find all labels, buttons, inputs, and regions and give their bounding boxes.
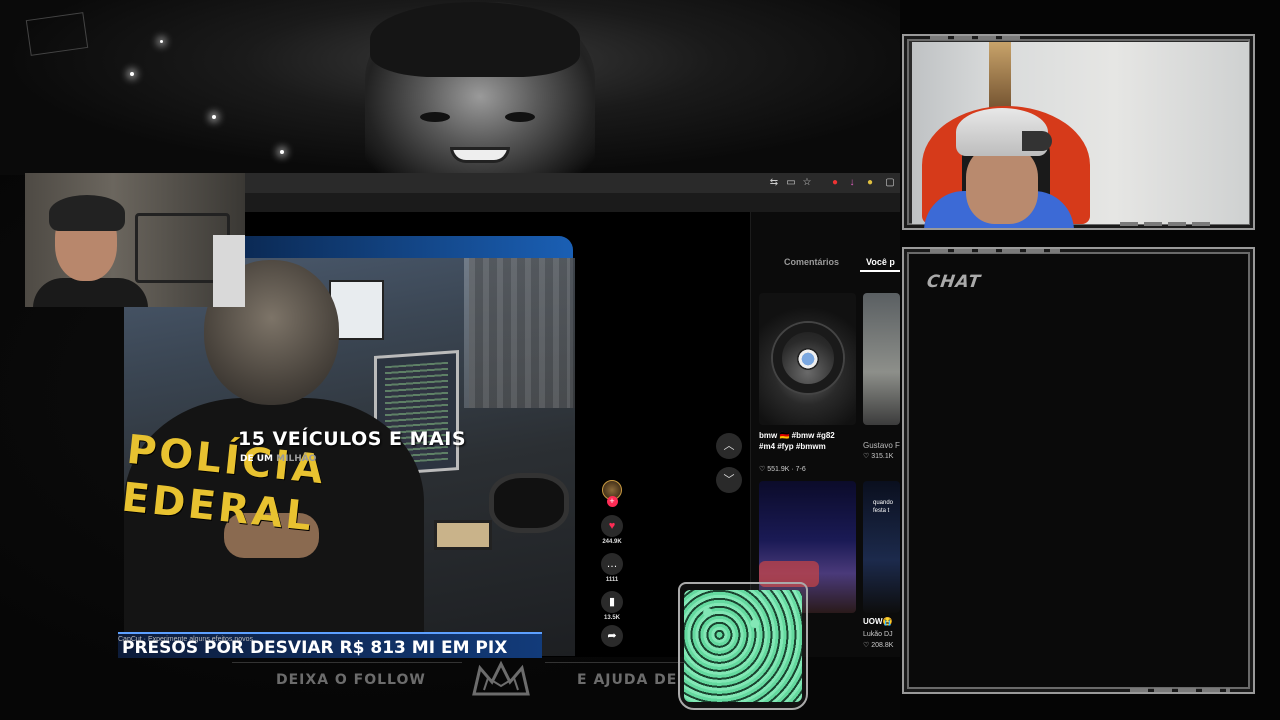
tab-comments[interactable]: Comentários bbox=[784, 257, 839, 267]
light-sparkle bbox=[160, 40, 163, 43]
comment-count: 1111 bbox=[605, 577, 619, 583]
save-count: 13.5K bbox=[603, 615, 620, 621]
support-call-to-action: E AJUDA DE bbox=[577, 672, 678, 688]
related-video-likes: ♡ 315.1K bbox=[863, 453, 894, 460]
like-heart-icon[interactable]: ♥ bbox=[601, 515, 623, 537]
like-count: 244.9K bbox=[602, 539, 622, 545]
previous-video-chevron-up-icon[interactable]: ︿ bbox=[716, 433, 742, 459]
light-sparkle bbox=[280, 150, 284, 154]
tab-for-you[interactable]: Você p bbox=[866, 257, 895, 267]
bookmark-star-icon[interactable]: ☆ bbox=[801, 177, 813, 189]
browser-toolbar: ⇆ ▭ ☆ ● ↓ ● ▢ bbox=[245, 173, 900, 193]
next-video-chevron-down-icon[interactable]: ﹀ bbox=[716, 467, 742, 493]
jar-clover-fill bbox=[684, 590, 802, 702]
guest-webcam bbox=[25, 173, 245, 307]
related-video-likes: ♡ 208.8K bbox=[863, 642, 894, 649]
related-video-caption: UOW😭 bbox=[863, 617, 893, 626]
translate-icon[interactable]: ⇆ bbox=[768, 177, 780, 189]
donation-jar bbox=[678, 582, 808, 710]
follow-call-to-action: DEIXA O FOLLOW bbox=[276, 672, 426, 688]
action-rail: + ♥ 244.9K … 1111 ▮ 13.5K ➦ bbox=[598, 480, 626, 649]
light-sparkle bbox=[130, 72, 134, 76]
video-server-rack bbox=[469, 258, 575, 408]
comment-bubble-icon[interactable]: … bbox=[601, 553, 623, 575]
download-icon[interactable]: ↓ bbox=[846, 177, 858, 189]
related-video-thumbnail[interactable] bbox=[759, 293, 856, 425]
active-tab-underline bbox=[860, 270, 900, 272]
related-video-author: Gustavo F bbox=[863, 441, 900, 450]
video-top-border bbox=[245, 236, 573, 260]
share-icon[interactable]: ➦ bbox=[601, 625, 623, 647]
extension-red-icon[interactable]: ● bbox=[829, 177, 841, 189]
save-bookmark-icon[interactable]: ▮ bbox=[601, 591, 623, 613]
extensions-icon[interactable]: ▢ bbox=[884, 177, 896, 189]
follow-plus-icon[interactable]: + bbox=[606, 496, 618, 507]
related-video-author: Lukão DJ bbox=[863, 631, 893, 638]
crown-icon bbox=[472, 660, 530, 696]
frame-decoration bbox=[1120, 222, 1210, 226]
frame-decoration bbox=[1130, 688, 1230, 692]
streamer-portrait-art bbox=[365, 2, 595, 174]
light-sparkle bbox=[212, 115, 216, 119]
capcut-notice: CapCut · Experimente alguns efeitos novo… bbox=[118, 636, 254, 643]
divider-line bbox=[232, 662, 462, 663]
related-video-likes: ♡ 551.9K · 7-6 bbox=[759, 466, 806, 473]
video-device bbox=[434, 520, 492, 550]
cast-icon[interactable]: ▭ bbox=[785, 177, 797, 189]
frame-decoration bbox=[930, 36, 1020, 40]
video-player[interactable]: POLÍCIA EDERAL 15 VEÍCULOS E MAIS DE UM … bbox=[124, 258, 575, 656]
chat-title: CHAT bbox=[925, 272, 983, 292]
streamer-webcam-frame bbox=[902, 34, 1255, 230]
chat-frame bbox=[902, 247, 1255, 694]
video-headphones bbox=[489, 473, 569, 533]
related-video-caption: bmw 🇩🇪 #bmw #g82 #m4 #fyp #bmwm bbox=[759, 431, 835, 451]
profile-icon[interactable]: ● bbox=[864, 177, 876, 189]
related-video-thumbnail[interactable]: quando festa t bbox=[863, 481, 900, 613]
browser-bookmarks-bar bbox=[245, 193, 900, 212]
frame-decoration bbox=[930, 249, 1060, 253]
video-caption-title: 15 VEÍCULOS E MAIS bbox=[238, 428, 467, 450]
video-caption-subtitle: DE UM MILHÃO bbox=[240, 454, 317, 464]
related-video-thumbnail[interactable] bbox=[863, 293, 900, 425]
